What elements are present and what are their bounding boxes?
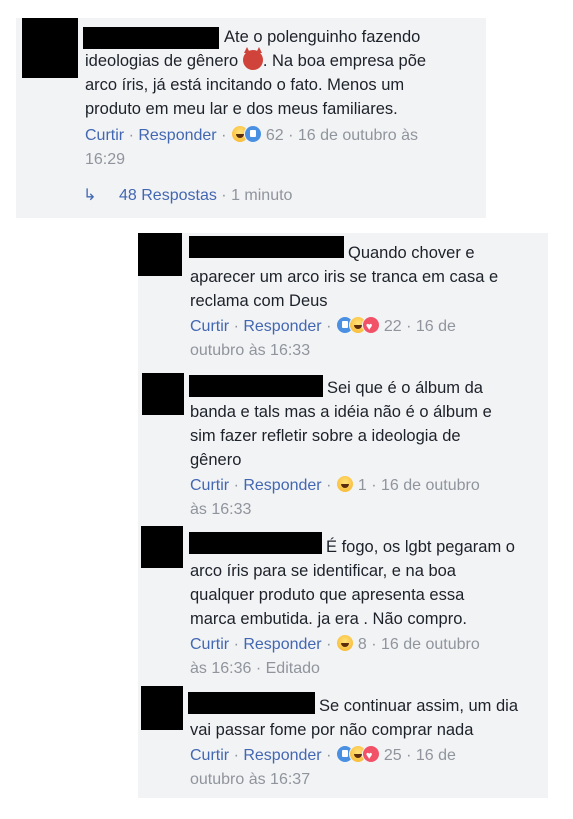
timestamp-row: às 16:36 · Editado	[190, 660, 320, 677]
reply-text: Quando chover e	[348, 244, 475, 262]
avatar[interactable]	[142, 373, 184, 415]
timestamp[interactable]: outubro às 16:37	[190, 768, 310, 792]
view-replies: 48 Respostas · 1 minuto	[119, 187, 293, 204]
devil-emoji-icon	[242, 47, 263, 70]
reaction-count[interactable]: 25	[384, 747, 402, 764]
reaction-count[interactable]: 1	[358, 477, 367, 494]
reply-text: Sei que é o álbum da	[327, 379, 483, 397]
comment-text: ideologias de gênero . Na boa empresa põ…	[85, 47, 427, 70]
reactions[interactable]	[335, 744, 380, 768]
reply-text: gênero	[190, 451, 242, 469]
timestamp[interactable]: outubro às 16:33	[190, 339, 310, 363]
redacted-author-name[interactable]	[189, 532, 322, 554]
reply-button[interactable]: Responder	[243, 636, 321, 653]
love-reaction-icon	[361, 315, 380, 339]
replies-link[interactable]: 48 Respostas	[119, 187, 217, 204]
like-button[interactable]: Curtir	[190, 636, 229, 653]
reply-text: vai passar fome por não comprar nada	[190, 721, 474, 739]
avatar[interactable]	[141, 526, 183, 568]
timestamp[interactable]: 16 de	[416, 747, 456, 764]
reply-actions: Curtir · Responder · 22 · 16 de	[190, 315, 456, 339]
reaction-count[interactable]: 8	[358, 636, 367, 653]
redacted-author-name[interactable]	[188, 692, 315, 714]
reply-actions: Curtir · Responder · 25 · 16 de	[190, 744, 456, 768]
avatar[interactable]	[138, 233, 182, 276]
reply-text: banda e tals mas a idéia não é o álbum e	[190, 403, 492, 421]
haha-reaction-icon	[335, 634, 354, 652]
comment-text: Ate o polenguinho fazendo	[224, 28, 421, 46]
reactions[interactable]	[230, 125, 262, 143]
timestamp[interactable]: às 16:33	[190, 498, 251, 522]
avatar[interactable]	[141, 686, 183, 730]
reply-text: sim fazer refletir sobre a ideologia de	[190, 427, 461, 445]
timestamp[interactable]: 16 de outubro	[381, 636, 480, 653]
reply-text: qualquer produto que apresenta essa	[190, 586, 465, 604]
love-reaction-icon	[361, 744, 380, 768]
reply-text: arco íris para se identificar, e na boa	[190, 562, 456, 580]
reply-text: reclama com Deus	[190, 292, 328, 310]
timestamp[interactable]: 16 de outubro às	[298, 127, 418, 144]
timestamp[interactable]: 16 de	[416, 318, 456, 335]
comment-text: produto em meu lar e dos meus familiares…	[85, 100, 398, 118]
reply-button[interactable]: Responder	[138, 127, 216, 144]
reactions[interactable]	[335, 634, 354, 652]
reply-button[interactable]: Responder	[243, 747, 321, 764]
timestamp[interactable]: 16 de outubro	[381, 477, 480, 494]
redacted-author-name[interactable]	[189, 375, 323, 397]
haha-reaction-icon	[335, 475, 354, 493]
timestamp[interactable]: 16:29	[85, 148, 125, 172]
avatar[interactable]	[22, 18, 78, 78]
edited-label[interactable]: Editado	[266, 660, 320, 677]
reply-text: É fogo, os lgbt pegaram o	[326, 538, 515, 556]
reactions[interactable]	[335, 315, 380, 339]
like-reaction-icon	[243, 125, 262, 143]
reaction-count[interactable]: 22	[384, 318, 402, 335]
timestamp[interactable]: às 16:36	[190, 660, 251, 677]
reply-button[interactable]: Responder	[243, 477, 321, 494]
comment-actions: Curtir · Responder · 62 · 16 de outubro …	[85, 125, 418, 144]
like-button[interactable]: Curtir	[190, 318, 229, 335]
like-button[interactable]: Curtir	[190, 477, 229, 494]
reply-text: aparecer um arco iris se tranca em casa …	[190, 268, 499, 286]
reply-actions: Curtir · Responder · 8 · 16 de outubro	[190, 634, 480, 653]
reply-text: marca embutida. ja era . Não compro.	[190, 610, 467, 628]
like-button[interactable]: Curtir	[85, 127, 124, 144]
reply-button[interactable]: Responder	[243, 318, 321, 335]
reply-arrow-icon: ↳	[83, 187, 97, 204]
reply-actions: Curtir · Responder · 1 · 16 de outubro	[190, 475, 480, 494]
reactions[interactable]	[335, 475, 354, 493]
redacted-author-name[interactable]	[83, 27, 219, 49]
reaction-count[interactable]: 62	[266, 127, 284, 144]
reply-text: Se continuar assim, um dia	[319, 697, 519, 715]
comment-text: arco íris, já está incitando o fato. Men…	[85, 76, 405, 94]
redacted-author-name[interactable]	[189, 236, 344, 258]
like-button[interactable]: Curtir	[190, 747, 229, 764]
